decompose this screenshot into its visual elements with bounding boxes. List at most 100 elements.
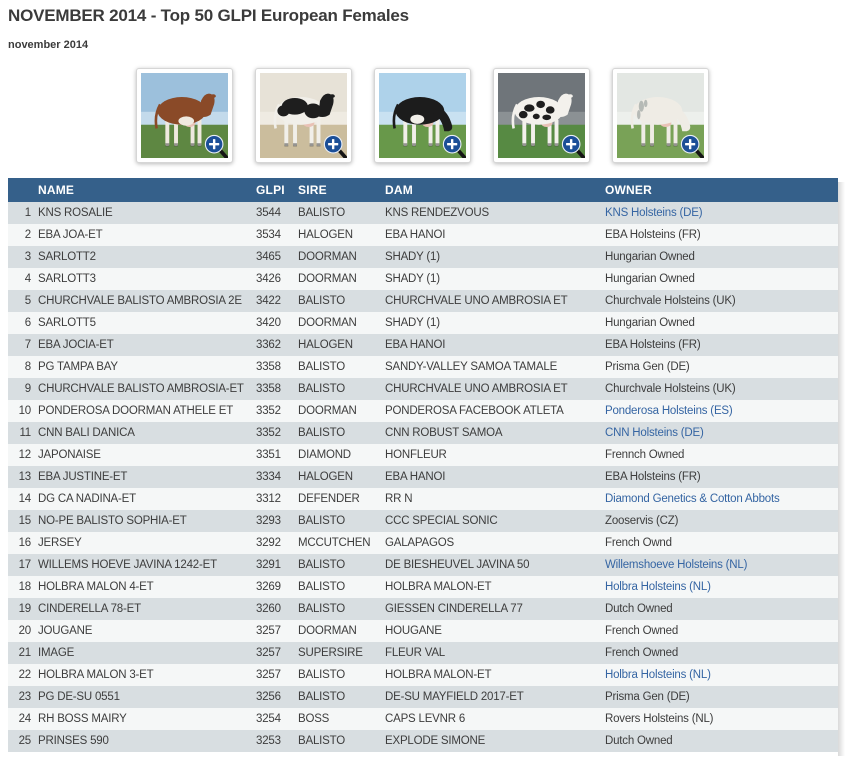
dam-cell: HOLBRA MALON-ET [385, 576, 605, 598]
owner-cell: Prisma Gen (DE) [605, 686, 838, 708]
glpi-cell: 3358 [256, 356, 298, 378]
dam-cell: EXPLODE SIMONE [385, 730, 605, 752]
owner-text: Prisma Gen (DE) [605, 361, 690, 373]
table-row: 15NO-PE BALISTO SOPHIA-ET3293BALISTOCCC … [8, 510, 838, 532]
dam-cell: PONDEROSA FACEBOOK ATLETA [385, 400, 605, 422]
owner-cell: Prisma Gen (DE) [605, 356, 838, 378]
sire-cell: BALISTO [298, 730, 385, 752]
rank-cell: 14 [8, 488, 38, 510]
rank-cell: 17 [8, 554, 38, 576]
name-cell: CNN BALI DANICA [38, 422, 256, 444]
rank-cell: 1 [8, 202, 38, 224]
owner-cell: French Owned [605, 642, 838, 664]
name-cell: PONDEROSA DOORMAN ATHELE ET [38, 400, 256, 422]
table-row: 17WILLEMS HOEVE JAVINA 1242-ET3291BALIST… [8, 554, 838, 576]
dam-cell: HOUGANE [385, 620, 605, 642]
rank-cell: 12 [8, 444, 38, 466]
rank-cell: 13 [8, 466, 38, 488]
owner-text: Dutch Owned [605, 735, 672, 747]
cow-photo [141, 73, 228, 158]
magnifier-plus-icon [204, 134, 228, 158]
owner-cell: KNS Holsteins (DE) [605, 202, 838, 224]
name-cell: DG CA NADINA-ET [38, 488, 256, 510]
glpi-cell: 3351 [256, 444, 298, 466]
owner-link[interactable]: Holbra Holsteins (NL) [605, 669, 711, 681]
owner-link[interactable]: Diamond Genetics & Cotton Abbots [605, 493, 780, 505]
dam-cell: EBA HANOI [385, 466, 605, 488]
owner-cell: Ponderosa Holsteins (ES) [605, 400, 838, 422]
sire-cell: HALOGEN [298, 334, 385, 356]
owner-link[interactable]: Willemshoeve Holsteins (NL) [605, 559, 747, 571]
name-cell: PG DE-SU 0551 [38, 686, 256, 708]
owner-text: Churchvale Holsteins (UK) [605, 383, 736, 395]
glpi-cell: 3334 [256, 466, 298, 488]
dam-cell: CHURCHVALE UNO AMBROSIA ET [385, 290, 605, 312]
owner-cell: EBA Holsteins (FR) [605, 224, 838, 246]
sire-cell: BALISTO [298, 422, 385, 444]
cow-photo [617, 73, 704, 158]
table-row: 2EBA JOA-ET3534HALOGENEBA HANOIEBA Holst… [8, 224, 838, 246]
zoom-icon[interactable] [442, 134, 466, 158]
zoom-icon[interactable] [561, 134, 585, 158]
zoom-icon[interactable] [680, 134, 704, 158]
owner-link[interactable]: Ponderosa Holsteins (ES) [605, 405, 733, 417]
owner-text: Prisma Gen (DE) [605, 691, 690, 703]
table-row: 13EBA JUSTINE-ET3334HALOGENEBA HANOIEBA … [8, 466, 838, 488]
cow-thumbnail-holstein-black-white-cow[interactable] [255, 68, 352, 163]
rank-cell: 6 [8, 312, 38, 334]
owner-link[interactable]: CNN Holsteins (DE) [605, 427, 704, 439]
name-cell: IMAGE [38, 642, 256, 664]
owner-cell: Frennch Owned [605, 444, 838, 466]
sire-cell: BALISTO [298, 202, 385, 224]
rank-cell: 23 [8, 686, 38, 708]
glpi-cell: 3253 [256, 730, 298, 752]
name-cell: EBA JOCIA-ET [38, 334, 256, 356]
owner-link[interactable]: Holbra Holsteins (NL) [605, 581, 711, 593]
owner-text: French Ownd [605, 537, 672, 549]
owner-cell: EBA Holsteins (FR) [605, 466, 838, 488]
sire-cell: BALISTO [298, 378, 385, 400]
cow-thumbnail-spotted-white-cow[interactable] [493, 68, 590, 163]
rank-cell: 16 [8, 532, 38, 554]
rank-cell: 19 [8, 598, 38, 620]
zoom-icon[interactable] [204, 134, 228, 158]
glpi-cell: 3544 [256, 202, 298, 224]
dam-cell: RR N [385, 488, 605, 510]
owner-link[interactable]: KNS Holsteins (DE) [605, 207, 702, 219]
table-row: 22HOLBRA MALON 3-ET3257BALISTOHOLBRA MAL… [8, 664, 838, 686]
cow-thumbnail-strip [136, 68, 846, 163]
owner-text: EBA Holsteins (FR) [605, 471, 700, 483]
table-row: 12JAPONAISE3351DIAMONDHONFLEURFrennch Ow… [8, 444, 838, 466]
sire-cell: HALOGEN [298, 224, 385, 246]
table-row: 10PONDEROSA DOORMAN ATHELE ET3352DOORMAN… [8, 400, 838, 422]
owner-text: EBA Holsteins (FR) [605, 229, 700, 241]
sire-cell: BALISTO [298, 356, 385, 378]
table-row: 21IMAGE3257SUPERSIREFLEUR VALFrench Owne… [8, 642, 838, 664]
sire-cell: BOSS [298, 708, 385, 730]
glpi-cell: 3534 [256, 224, 298, 246]
sire-cell: BALISTO [298, 554, 385, 576]
sire-cell: HALOGEN [298, 466, 385, 488]
owner-cell: Dutch Owned [605, 598, 838, 620]
glpi-cell: 3352 [256, 422, 298, 444]
glpi-cell: 3292 [256, 532, 298, 554]
table-row: 25PRINSES 5903253BALISTOEXPLODE SIMONEDu… [8, 730, 838, 752]
cow-thumbnail-white-grazing-cow[interactable] [612, 68, 709, 163]
table-row: 8PG TAMPA BAY3358BALISTOSANDY-VALLEY SAM… [8, 356, 838, 378]
cow-thumbnail-grazing-black-cow[interactable] [374, 68, 471, 163]
sire-cell: BALISTO [298, 290, 385, 312]
sire-cell: BALISTO [298, 576, 385, 598]
name-cell: JERSEY [38, 532, 256, 554]
magnifier-plus-icon [442, 134, 466, 158]
dam-cell: SHADY (1) [385, 312, 605, 334]
rank-cell: 25 [8, 730, 38, 752]
sire-cell: SUPERSIRE [298, 642, 385, 664]
glpi-cell: 3422 [256, 290, 298, 312]
sire-cell: BALISTO [298, 664, 385, 686]
glpi-cell: 3291 [256, 554, 298, 576]
zoom-icon[interactable] [323, 134, 347, 158]
dam-cell: HOLBRA MALON-ET [385, 664, 605, 686]
table-row: 3SARLOTT23465DOORMANSHADY (1)Hungarian O… [8, 246, 838, 268]
magnifier-plus-icon [561, 134, 585, 158]
cow-thumbnail-red-white-cow[interactable] [136, 68, 233, 163]
